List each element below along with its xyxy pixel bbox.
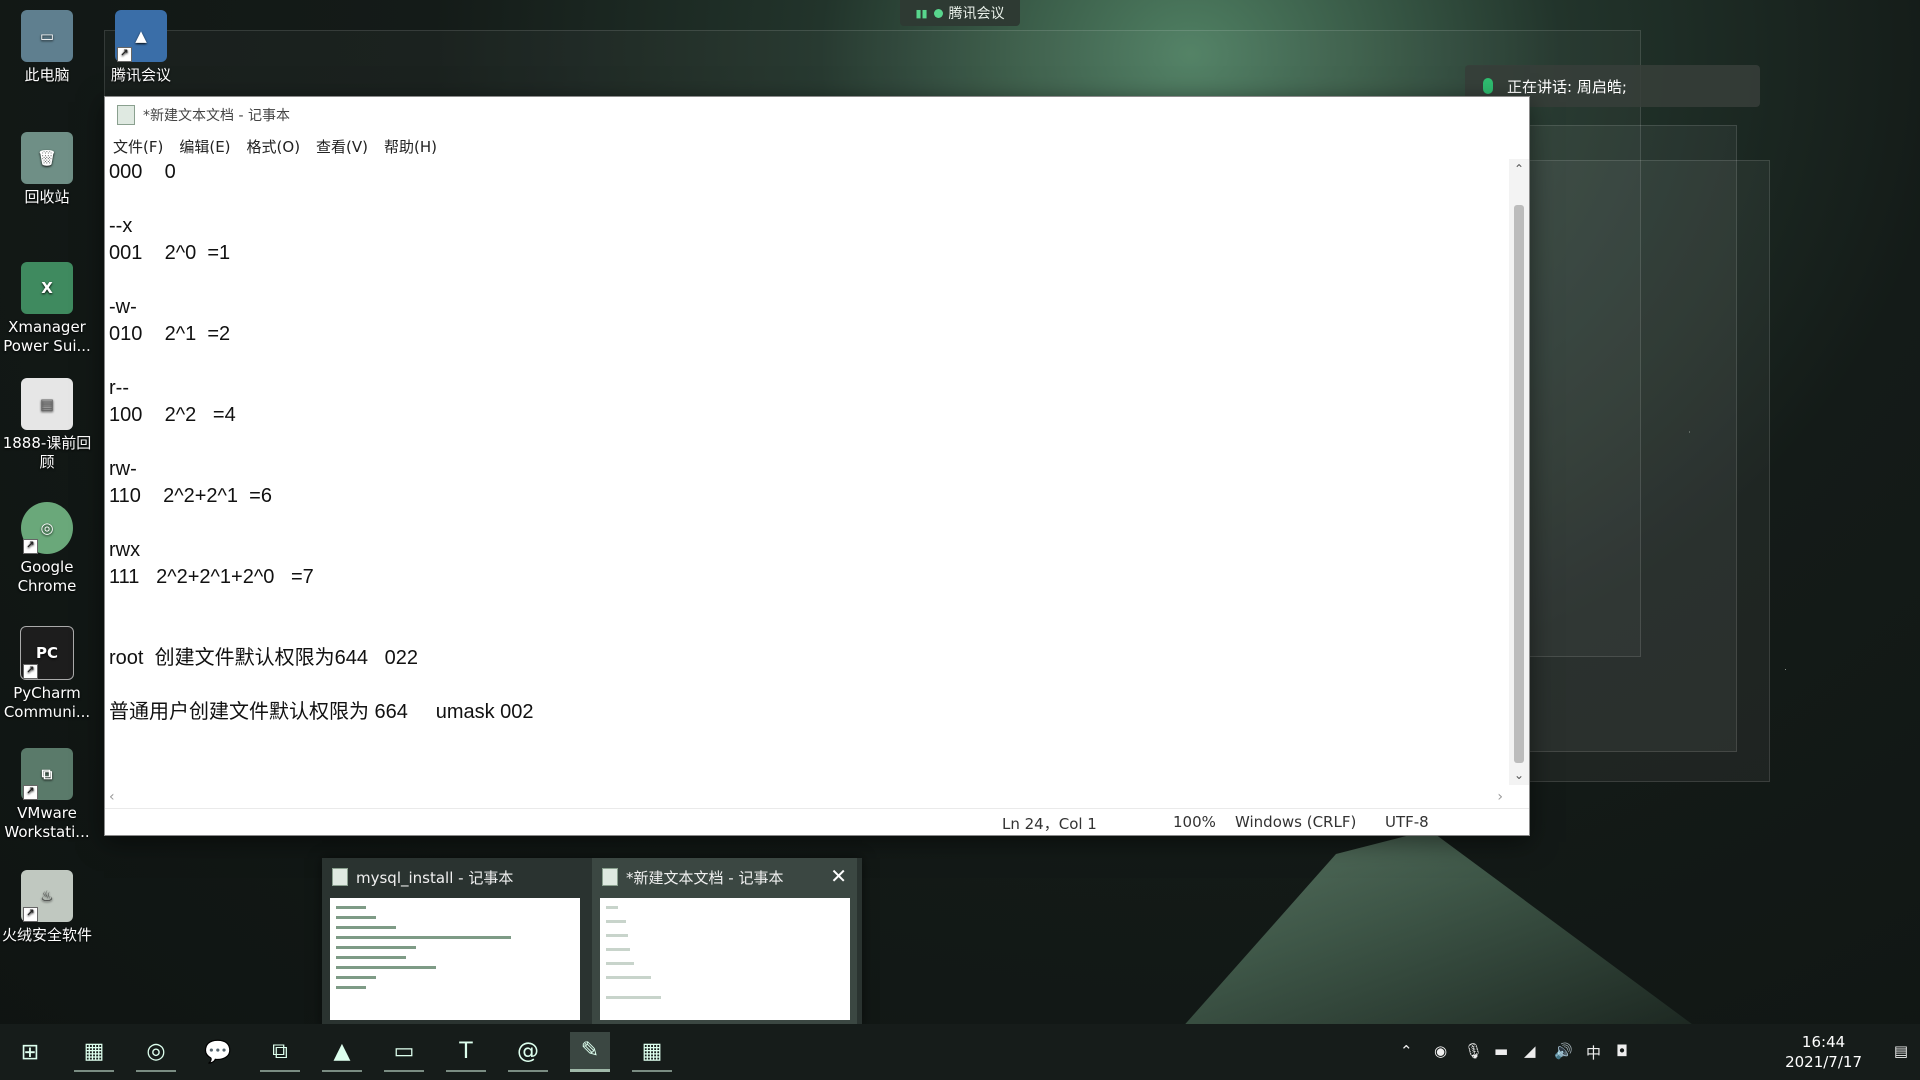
notepad-icon: [332, 868, 348, 886]
app2-icon[interactable]: ▦: [632, 1032, 672, 1072]
app1-icon[interactable]: ▦: [74, 1032, 114, 1072]
thumbnail-title: *新建文本文档 - 记事本: [626, 868, 784, 887]
desktop-icon-xmanager[interactable]: X Xmanager Power Sui...: [2, 262, 92, 356]
desktop-icon-label: Google Chrome: [17, 558, 77, 595]
desktop-icon-label: 火绒安全软件: [2, 926, 93, 944]
desktop-icon-tencent-meeting[interactable]: ▲ ↗ 腾讯会议: [96, 10, 186, 85]
chrome-icon[interactable]: ◎: [136, 1032, 176, 1072]
clock[interactable]: 16:44 2021/7/17: [1785, 1032, 1862, 1072]
zoom-level: 100%: [1173, 813, 1216, 831]
desktop-icon-label: 1888-课前回顾: [2, 434, 92, 471]
desktop-icon-label: VMware Workstati...: [4, 804, 90, 841]
vmware-icon[interactable]: ⧉: [260, 1032, 300, 1072]
desktop-icon-huorong[interactable]: ♨ ↗ 火绒安全软件: [2, 870, 92, 945]
clock-date: 2021/7/17: [1785, 1053, 1862, 1071]
battery-icon[interactable]: ▬: [1494, 1042, 1508, 1060]
wechat-icon[interactable]: 💬: [198, 1032, 238, 1072]
menu-bar: 文件(F) 编辑(E) 格式(O) 查看(V) 帮助(H): [105, 133, 1529, 159]
app-tray-icon[interactable]: ◉: [1434, 1042, 1447, 1060]
scroll-left-icon[interactable]: ‹: [109, 789, 115, 805]
chrome-icon: ◎ ↗: [21, 502, 73, 554]
start-icon[interactable]: ⊞: [10, 1032, 50, 1072]
desktop-icon-label: PyCharm Communi...: [3, 684, 91, 721]
notepad-icon: [117, 105, 135, 125]
horizontal-scrollbar[interactable]: ‹ ›: [105, 787, 1509, 809]
live-dot-icon: [933, 8, 943, 18]
menu-view[interactable]: 查看(V): [316, 136, 368, 157]
menu-format[interactable]: 格式(O): [247, 136, 301, 157]
close-icon[interactable]: ✕: [830, 864, 847, 888]
network-icon[interactable]: ◢: [1524, 1042, 1536, 1060]
menu-file[interactable]: 文件(F): [113, 136, 163, 157]
status-bar: Ln 24，Col 1 100% Windows (CRLF) UTF-8: [105, 808, 1529, 835]
ime-indicator[interactable]: 中: [1586, 1042, 1601, 1063]
tencent-meeting-icon[interactable]: ▲: [322, 1032, 362, 1072]
scroll-down-icon[interactable]: ⌄: [1509, 765, 1529, 785]
tencent-meeting-icon: ▲ ↗: [115, 10, 167, 62]
system-tray: ⌃ ◉ 🎙 ▬ ◢ 🔊 中 ◘ 16:44 2021/7/17 ▤: [1400, 1024, 1920, 1080]
cursor-position: Ln 24，Col 1: [1002, 815, 1097, 833]
menu-edit[interactable]: 编辑(E): [179, 136, 230, 157]
taskbar: ⊞ ▦ ◎ 💬 ⧉ ▲ ▭ T @ ✎ ▦ ⌃ ◉ 🎙 ▬ ◢ 🔊 中 ◘ 16…: [0, 1024, 1920, 1080]
taskbar-thumbnail-preview: mysql_install - 记事本 *新建文本文档 - 记事本 ✕: [322, 858, 862, 1028]
thumbnail-new-text-document[interactable]: *新建文本文档 - 记事本 ✕: [592, 858, 857, 1028]
text-editor[interactable]: 000 0 --x 001 2^0 =1 -w- 010 2^1 =2 r-- …: [109, 159, 1505, 785]
thumbnail-image: [600, 898, 850, 1020]
chevron-up-icon[interactable]: ⌃: [1400, 1042, 1413, 1060]
computer-icon: ▭: [21, 10, 73, 62]
snail-icon[interactable]: @: [508, 1032, 548, 1072]
recycle-bin-icon: 🗑: [21, 132, 73, 184]
microphone-icon: [1483, 78, 1493, 94]
desktop-icon-pycharm[interactable]: PC ↗ PyCharm Communi...: [2, 626, 92, 722]
scrollbar-thumb[interactable]: [1514, 205, 1524, 763]
window-title: *新建文本文档 - 记事本: [143, 108, 290, 124]
desktop-icon-document[interactable]: ▤ 1888-课前回顾: [2, 378, 92, 472]
desktop-icon-label: 腾讯会议: [110, 66, 171, 84]
huorong-icon: ♨ ↗: [21, 870, 73, 922]
microphone-icon[interactable]: 🎙: [1464, 1042, 1483, 1060]
desktop-icon-recycle-bin[interactable]: 🗑 回收站: [2, 132, 92, 207]
desktop-icon-chrome[interactable]: ◎ ↗ Google Chrome: [2, 502, 92, 596]
vertical-scrollbar[interactable]: ⌃ ⌄: [1509, 159, 1529, 785]
volume-icon[interactable]: 🔊: [1554, 1042, 1573, 1060]
thumbnail-image: [330, 898, 580, 1020]
notepad-icon[interactable]: ✎: [570, 1032, 610, 1072]
menu-help[interactable]: 帮助(H): [384, 136, 437, 157]
desktop-icon-label: Xmanager Power Sui...: [3, 318, 91, 355]
desktop-icon-label: 此电脑: [24, 66, 70, 84]
typora-icon[interactable]: T: [446, 1032, 486, 1072]
notepad-icon: [602, 868, 618, 886]
document-icon: ▤: [21, 378, 73, 430]
meeting-label: 腾讯会议: [948, 6, 1005, 22]
desktop-icon-this-pc[interactable]: ▭ 此电脑: [2, 10, 92, 85]
line-ending: Windows (CRLF): [1235, 813, 1357, 831]
desktop-icon-label: 回收站: [24, 188, 70, 206]
thumbnail-mysql-install[interactable]: mysql_install - 记事本: [322, 858, 587, 1028]
scroll-up-icon[interactable]: ⌃: [1509, 159, 1529, 179]
vmware-icon: ⧉ ↗: [21, 748, 73, 800]
qq-tray-icon[interactable]: ◘: [1616, 1042, 1628, 1060]
scroll-right-icon[interactable]: ›: [1497, 789, 1503, 805]
desktop-icon-vmware[interactable]: ⧉ ↗ VMware Workstati...: [2, 748, 92, 842]
speaking-label: 正在讲话: 周启皓;: [1507, 77, 1627, 96]
signal-icon: ▮▮: [915, 6, 928, 20]
encoding: UTF-8: [1385, 813, 1429, 831]
tent-wallpaper: [1180, 830, 1700, 1030]
file-explorer-icon[interactable]: ▭: [384, 1032, 424, 1072]
thumbnail-title: mysql_install - 记事本: [356, 868, 514, 887]
notepad-window[interactable]: *新建文本文档 - 记事本 文件(F) 编辑(E) 格式(O) 查看(V) 帮助…: [104, 96, 1530, 836]
meeting-status-bar[interactable]: ▮▮ 腾讯会议: [900, 0, 1020, 26]
xmanager-icon: X: [21, 262, 73, 314]
title-bar[interactable]: *新建文本文档 - 记事本: [105, 97, 1529, 133]
notification-icon[interactable]: ▤: [1894, 1042, 1908, 1060]
clock-time: 16:44: [1801, 1033, 1846, 1051]
pycharm-icon: PC ↗: [20, 626, 74, 680]
